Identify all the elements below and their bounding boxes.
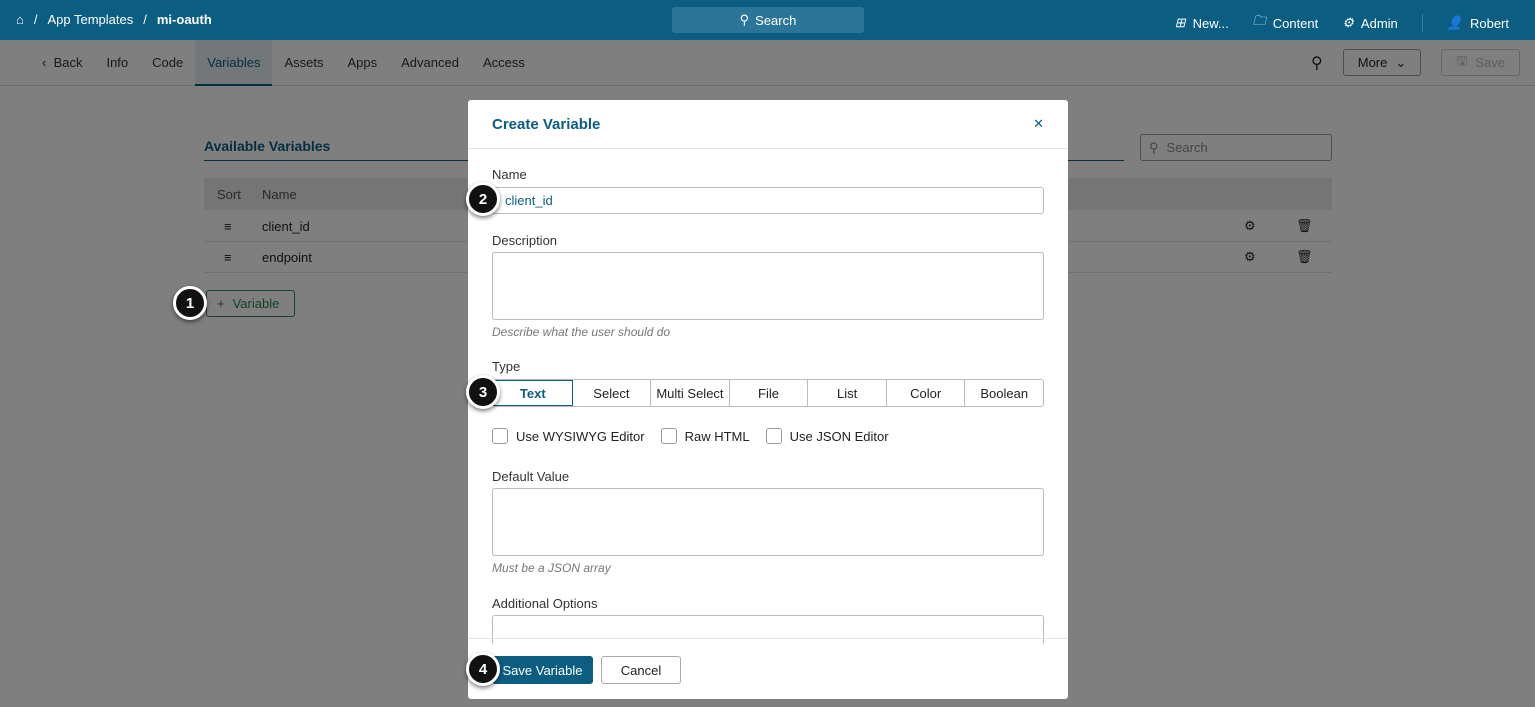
default-value-label: Default Value — [492, 469, 570, 484]
search-icon: ⚲ — [739, 12, 750, 27]
type-select[interactable]: Select — [573, 380, 652, 406]
new-button[interactable]: ⊞ New... — [1175, 15, 1229, 31]
type-selector: Text Select Multi Select File List Color… — [492, 379, 1044, 407]
type-multi-select[interactable]: Multi Select — [651, 380, 730, 406]
breadcrumb: ⌂ / App Templates / mi-oauth — [16, 12, 212, 27]
gear-icon: ⚙ — [1342, 15, 1354, 30]
json-editor-checkbox[interactable]: Use JSON Editor — [765, 428, 889, 444]
dialog-title: Create Variable — [492, 115, 601, 133]
step-marker-2: 2 — [466, 182, 500, 216]
global-search[interactable]: ⚲ Search — [672, 7, 864, 33]
content-button[interactable]: 🗀 Content — [1253, 12, 1319, 34]
step-marker-3: 3 — [466, 375, 500, 409]
name-input[interactable]: client_id — [492, 187, 1044, 214]
type-color[interactable]: Color — [887, 380, 966, 406]
type-label: Type — [492, 359, 521, 374]
save-variable-button[interactable]: Save Variable — [492, 656, 593, 684]
description-textarea[interactable] — [492, 252, 1044, 320]
create-variable-dialog: Create Variable ✕ Name client_id Descript… — [468, 100, 1068, 699]
plus-square-icon: ⊞ — [1174, 15, 1186, 30]
close-icon[interactable]: ✕ — [1033, 116, 1044, 132]
divider — [1421, 14, 1423, 32]
folder-icon: 🗀 — [1252, 13, 1266, 28]
default-value-textarea[interactable] — [492, 488, 1044, 556]
description-label: Description — [492, 233, 558, 248]
home-icon[interactable]: ⌂ — [16, 12, 24, 27]
raw-html-checkbox[interactable]: Raw HTML — [660, 428, 750, 444]
type-text[interactable]: Text — [493, 380, 573, 406]
type-boolean[interactable]: Boolean — [965, 380, 1043, 406]
cancel-button[interactable]: Cancel — [601, 656, 681, 684]
top-bar: ⌂ / App Templates / mi-oauth ⚲ Search ⊞ New.… — [0, 0, 1535, 40]
step-marker-1: 1 — [173, 286, 207, 320]
step-marker-4: 4 — [466, 652, 500, 686]
additional-options-label: Additional Options — [492, 596, 598, 611]
type-list[interactable]: List — [808, 380, 887, 406]
admin-button[interactable]: ⚙ Admin — [1342, 15, 1398, 31]
type-file[interactable]: File — [730, 380, 809, 406]
default-value-help: Must be a JSON array — [492, 561, 611, 575]
breadcrumb-app-templates[interactable]: App Templates — [47, 12, 133, 27]
name-label: Name — [492, 167, 527, 182]
wysiwyg-checkbox[interactable]: Use WYSIWYG Editor — [492, 428, 645, 444]
user-menu[interactable]: 👤 Robert — [1447, 15, 1509, 31]
user-icon: 👤 — [1446, 15, 1463, 30]
description-help: Describe what the user should do — [492, 325, 671, 339]
breadcrumb-current: mi-oauth — [156, 12, 212, 27]
